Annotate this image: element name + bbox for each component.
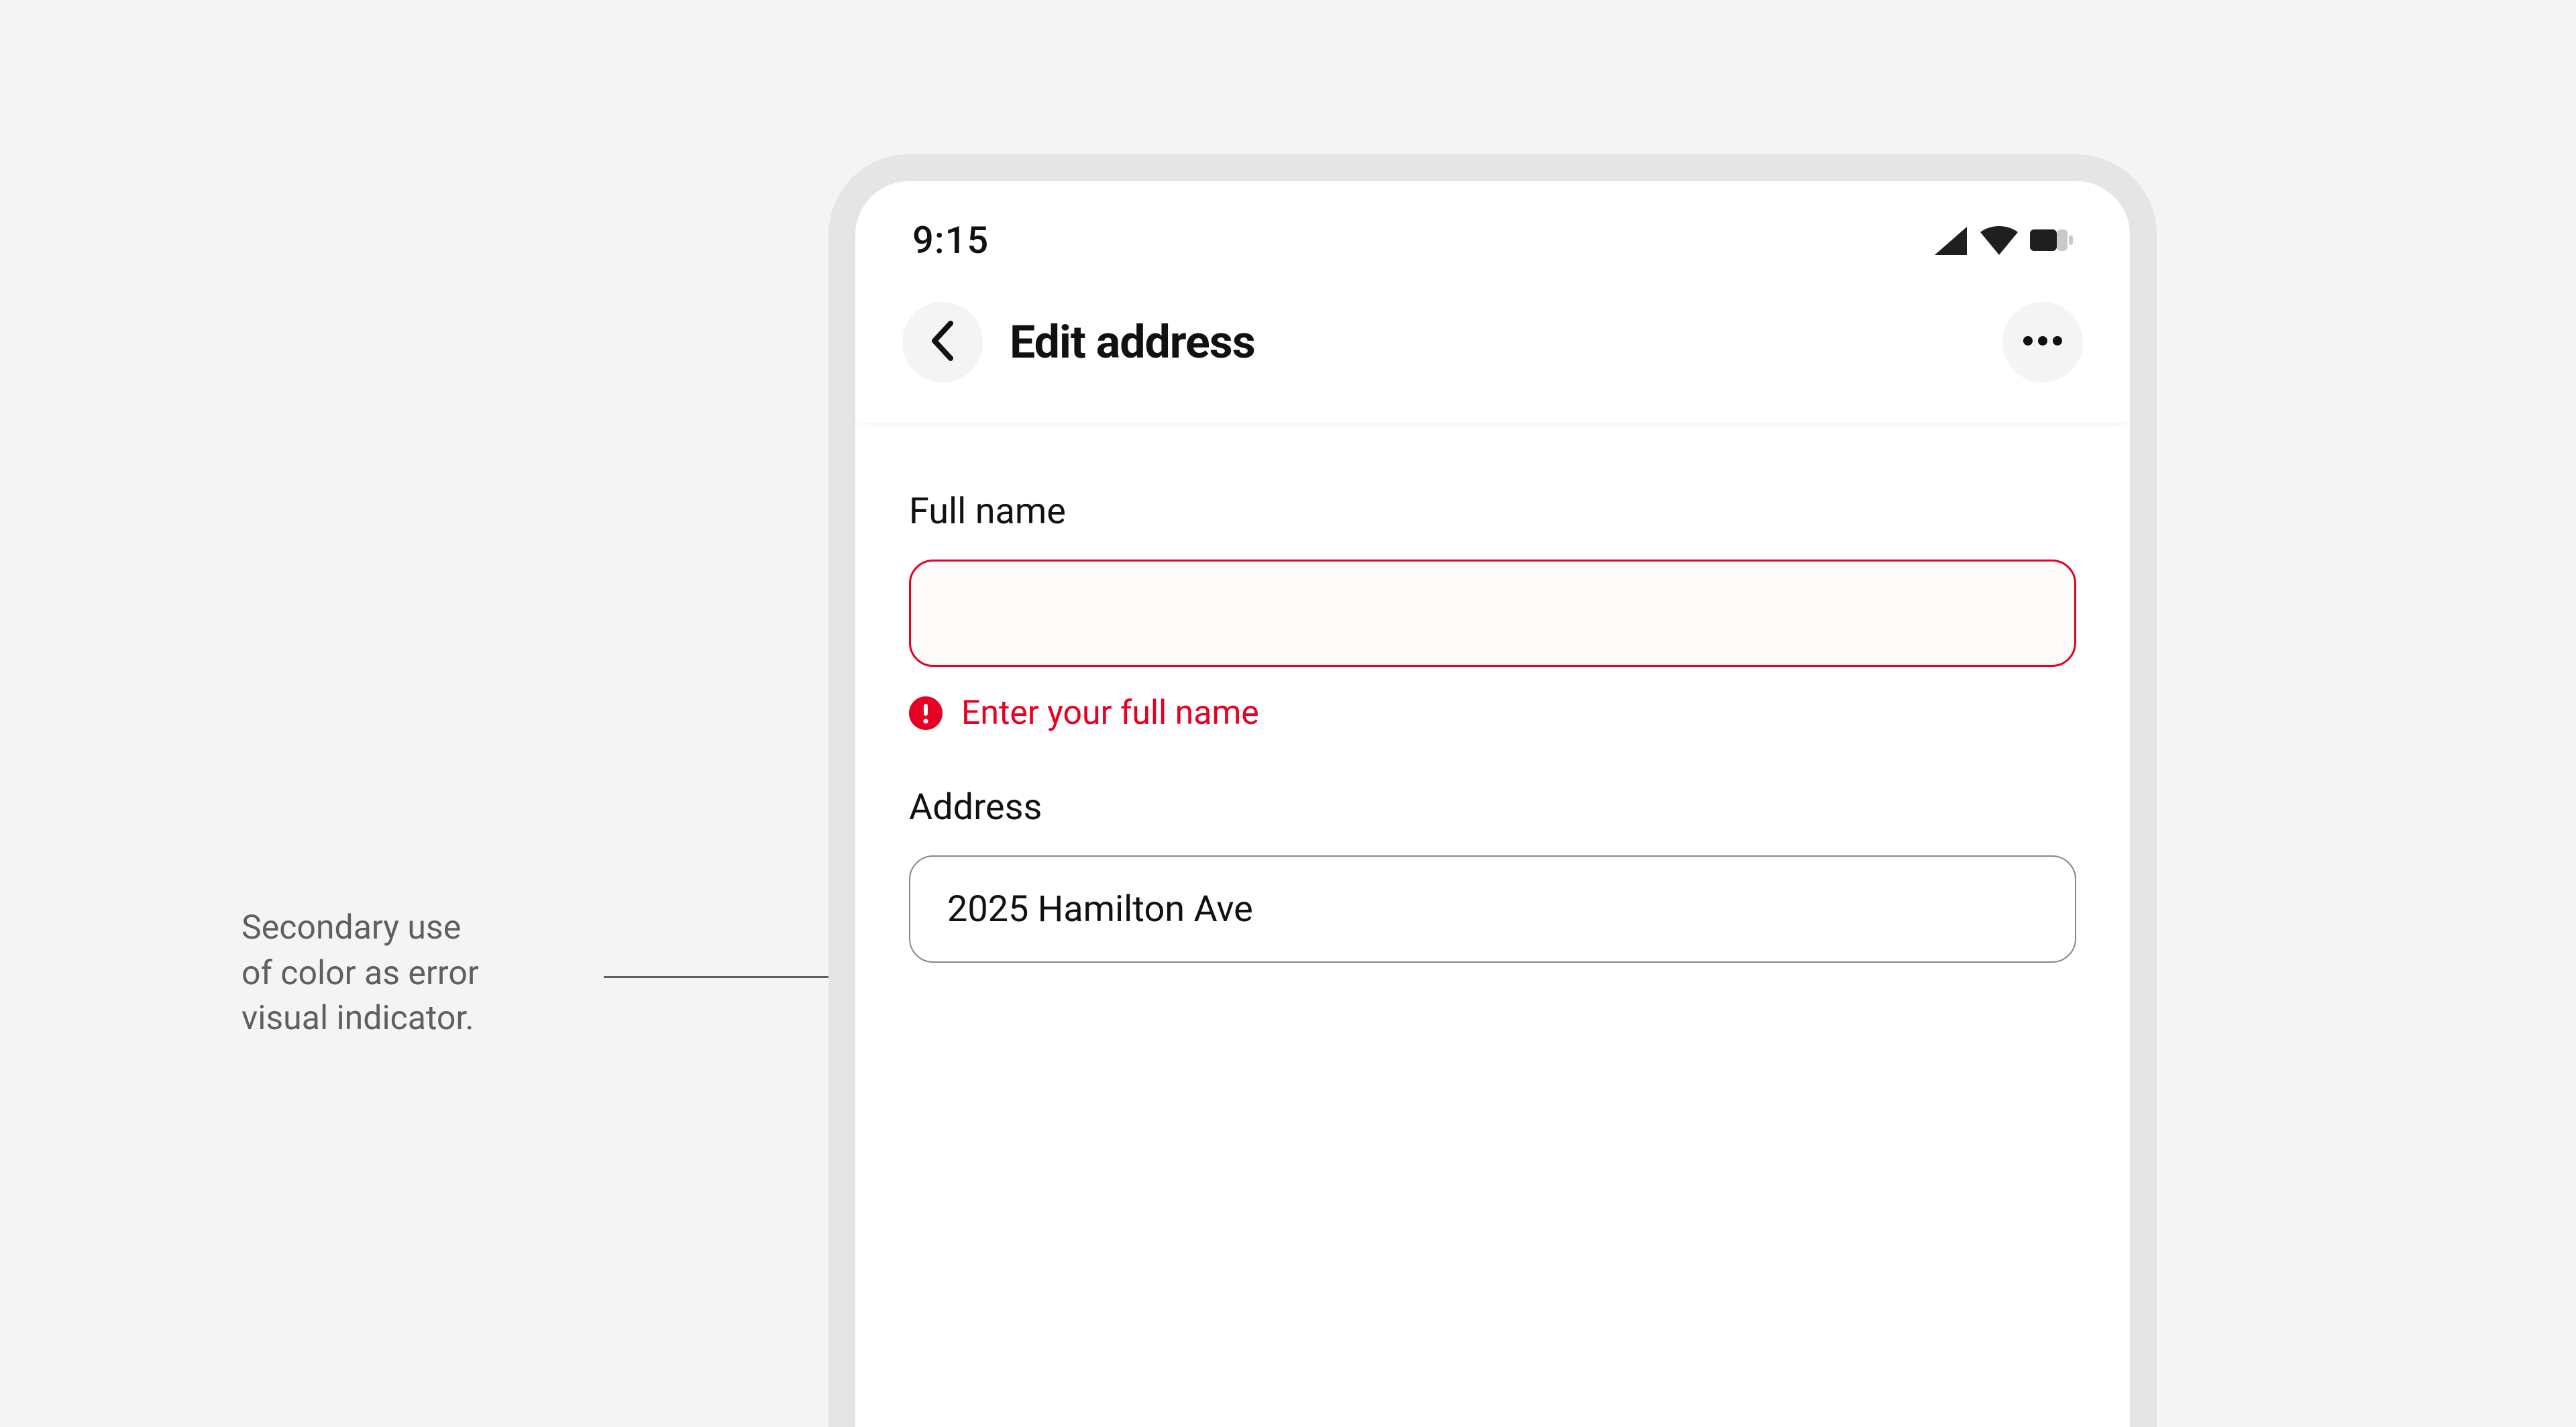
full-name-error-text: Enter your full name: [961, 694, 1259, 733]
full-name-error: Enter your full name: [909, 694, 2076, 733]
full-name-field-block: Full name Enter your full name: [909, 490, 2076, 780]
address-label: Address: [909, 786, 2076, 829]
page-title: Edit address: [1010, 315, 1976, 369]
back-button[interactable]: [902, 302, 983, 382]
status-icons: [1933, 225, 2073, 255]
phone-frame: 9:15: [828, 154, 2157, 1427]
form: Full name Enter your full name: [855, 423, 2130, 963]
address-input[interactable]: [909, 855, 2076, 963]
phone-screen: 9:15: [855, 181, 2130, 1427]
annotation-line-2: of color as error: [241, 951, 590, 997]
address-field-block: Address: [909, 786, 2076, 963]
full-name-input[interactable]: [909, 560, 2076, 667]
status-bar: 9:15: [855, 181, 2130, 275]
app-bar: Edit address: [855, 275, 2130, 423]
error-icon: [909, 696, 943, 730]
canvas: Secondary use of color as error visual i…: [0, 0, 2576, 1427]
wifi-icon: [1979, 225, 2019, 255]
status-time: 9:15: [912, 218, 989, 262]
battery-icon: [2030, 228, 2073, 252]
annotation-line-1: Secondary use: [241, 906, 590, 951]
cellular-icon: [1933, 225, 1968, 255]
annotation-line-3: visual indicator.: [241, 996, 590, 1042]
more-options-button[interactable]: [2002, 302, 2083, 382]
annotation-text: Secondary use of color as error visual i…: [241, 906, 590, 1042]
chevron-left-icon: [928, 321, 957, 364]
more-horizontal-icon: [2023, 335, 2063, 349]
full-name-label: Full name: [909, 490, 2076, 533]
